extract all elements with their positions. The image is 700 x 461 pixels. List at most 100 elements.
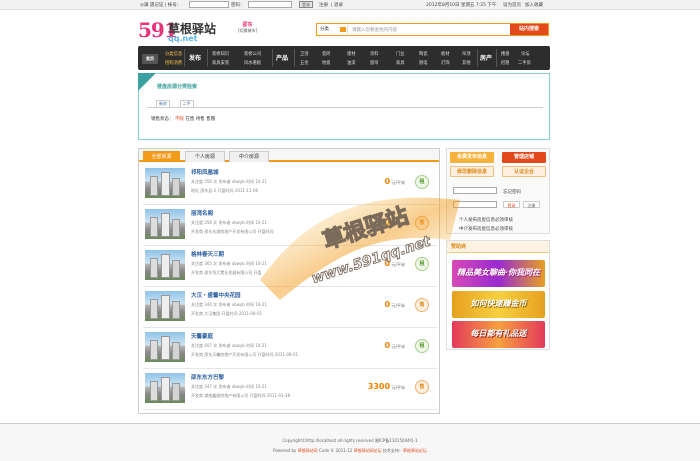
nav-item-classified[interactable]: 分类信息 <box>165 51 182 57</box>
nav-item-rent-seek[interactable]: 招租 <box>501 60 510 66</box>
nav-item-decor-knowledge[interactable]: 装修知识 <box>212 51 229 57</box>
listing-item[interactable]: 邵东东方巴黎关注度 347 次 发布者 xbwyb 时间 10-21 开发商 湖南… <box>143 370 437 410</box>
notice-personal[interactable]: 个人发布房屋信息必须审核 <box>459 217 513 223</box>
listing-developer: 开发商 湖南鑫顺房地产有限公司 开盘时间 2011-03-28 <box>191 393 291 398</box>
listing-item[interactable]: 格林春天三期 关注度 365 次 发布者 xbwyb 时间 10-21 开发商 邵东… <box>143 247 437 287</box>
manage-shop-button[interactable]: 管理店铺 <box>502 152 546 163</box>
listing-title[interactable]: 邵东东方巴黎 <box>191 373 224 381</box>
nav-item-bathroom[interactable]: 卫浴 <box>300 51 309 57</box>
listing-price: 0 元/平米 <box>384 300 405 309</box>
listing-item[interactable]: 天馨豪庭 关注度 407 次 发布者 xbwyb 时间 10-21 开发商 邵东天馨… <box>143 329 437 369</box>
listing-thumbnail[interactable] <box>145 168 185 198</box>
city-switch-link[interactable]: [切换城市] <box>238 28 257 34</box>
listing-title[interactable]: 天馨豪庭 <box>191 332 213 340</box>
listing-thumbnail[interactable] <box>145 209 185 239</box>
nav-item-hardware[interactable]: 五金 <box>300 60 309 66</box>
edit-info-button[interactable]: 修改删除信息 <box>450 166 494 177</box>
nav-item-ceramic[interactable]: 陶瓷 <box>419 51 428 57</box>
listing-meta: 关注度 344 次 发布者 xbwyb 时间 10-21 <box>191 302 267 307</box>
listing-title[interactable]: 大汉・盛馨中央花园 <box>191 291 241 299</box>
nav-item-ceiling[interactable]: 吊顶 <box>462 51 471 57</box>
option-pending[interactable]: 待售 <box>196 117 205 122</box>
side-register-button[interactable]: 注册 <box>523 201 540 208</box>
listing-item[interactable]: 祁阳凤凰城 关注度 356 次 发布者 xbwyb 时间 10-21 地址 邵东县-… <box>143 165 437 205</box>
nav-home[interactable]: 首页 <box>142 54 158 64</box>
verify-company-button[interactable]: 认证企业 <box>502 166 546 177</box>
banner-chat[interactable]: 精品美女聊曲·你我同在 <box>452 260 545 287</box>
side-login-button[interactable]: 登录 <box>503 201 520 208</box>
search-category-select[interactable]: 分类 <box>318 25 348 34</box>
nav-item-tile[interactable]: 瓷砖 <box>322 51 331 57</box>
nav-item-furniture-install[interactable]: 家具安装 <box>212 60 229 66</box>
tab-personal-listings[interactable]: 个人房源 <box>185 151 225 162</box>
nav-item-door[interactable]: 门业 <box>396 51 405 57</box>
listing-thumbnail[interactable] <box>145 291 185 321</box>
listing-item[interactable]: 丽湾名阁 关注度 356 次 发布者 xbwyb 时间 10-21 开发商 邵东东湖… <box>143 206 437 246</box>
listing-title[interactable]: 祁阳凤凰城 <box>191 168 219 176</box>
tab-second-hand[interactable]: 二手 <box>179 100 194 107</box>
footer-link-site[interactable]: 草根驿站网 <box>298 448 318 453</box>
register-link[interactable]: 注册 <box>319 2 328 8</box>
listing-thumbnail[interactable] <box>145 250 185 280</box>
listing-thumbnail[interactable] <box>145 332 185 362</box>
listing-meta: 关注度 347 次 发布者 xbwyb 时间 10-21 <box>191 384 267 389</box>
nav-item-kitchen[interactable]: 厨电 <box>419 60 428 66</box>
nav-item-decor-company[interactable]: 装修公司 <box>244 51 261 57</box>
search-input[interactable]: 请输入您要查找的内容 <box>352 27 397 33</box>
listing-type-badge[interactable]: 租 <box>415 175 429 189</box>
option-sold-out[interactable]: 售罄 <box>206 117 215 122</box>
nav-item-secondhand[interactable]: 二手房 <box>518 60 531 66</box>
nav-item-material[interactable]: 建材 <box>347 51 356 57</box>
option-on-sale[interactable]: 在售 <box>185 117 194 122</box>
listing-type-badge[interactable]: 售 <box>415 380 429 394</box>
nav-section-publish[interactable]: 发布 <box>189 53 201 62</box>
banner-coins[interactable]: 如何快速赚金币 <box>452 291 545 318</box>
nav-section-realestate[interactable]: 房产 <box>480 53 492 62</box>
footer-link-forum[interactable]: 草根驿站网论坛 <box>354 448 382 453</box>
banner-gifts[interactable]: 每日都有礼品送 <box>452 321 545 348</box>
nav-item-board[interactable]: 板材 <box>441 51 450 57</box>
listing-type-badge[interactable]: 租 <box>415 257 429 271</box>
username-input[interactable] <box>189 1 229 8</box>
login-button[interactable]: 登录 <box>299 1 313 8</box>
password-input[interactable] <box>248 1 292 8</box>
option-any[interactable]: 不限 <box>175 117 184 122</box>
site-logo[interactable]: 591 草根驿站 qq.net <box>138 17 232 47</box>
listing-type-badge[interactable]: 租 <box>415 339 429 353</box>
nav-item-floor[interactable]: 地板 <box>322 60 331 66</box>
nav-item-groupbuy[interactable]: 团购消费 <box>165 60 182 66</box>
notice-agent[interactable]: 中介发布房屋信息必须审核 <box>459 226 513 232</box>
listing-type-badge[interactable]: 售 <box>415 216 429 230</box>
nav-item-building[interactable]: 楼盘 <box>501 51 510 57</box>
nav-section-products[interactable]: 产品 <box>276 53 288 62</box>
nav-item-other[interactable]: 其他 <box>462 60 471 66</box>
listing-item[interactable]: 大汉・盛馨中央花园 关注度 344 次 发布者 xbwyb 时间 10-21 开发商… <box>143 288 437 328</box>
listing-type-badge[interactable]: 售 <box>415 298 429 312</box>
city-switch[interactable]: 邵东 [切换城市] <box>238 21 257 34</box>
nav-item-lamp[interactable]: 灯饰 <box>441 60 450 66</box>
password-label: 密码： <box>231 3 245 8</box>
sale-status-row: 销售状态： 不限 在售 待售 售罄 <box>151 116 215 122</box>
nav-item-coating[interactable]: 涂料 <box>370 51 379 57</box>
add-favorite-link[interactable]: 加入收藏 <box>525 2 543 8</box>
nav-item-fengshui[interactable]: 风水看板 <box>244 60 261 66</box>
nav-item-forum[interactable]: 论坛 <box>521 51 530 57</box>
listing-title[interactable]: 格林春天三期 <box>191 250 224 258</box>
tab-new-house[interactable]: 新房 <box>156 100 170 107</box>
nav-item-curtain[interactable]: 窗帘 <box>370 60 379 66</box>
listing-title[interactable]: 丽湾名阁 <box>191 209 213 217</box>
side-password-input[interactable] <box>453 201 497 208</box>
set-home-link[interactable]: 设为首页 <box>503 2 521 8</box>
footer-link-support[interactable]: 草根驿站论坛 <box>403 448 427 453</box>
date-text: 2012年8月10日 星期五 7:25 下午 <box>426 3 497 8</box>
nav-item-furniture[interactable]: 家具 <box>396 60 405 66</box>
tab-agent-listings[interactable]: 中介房源 <box>229 151 269 162</box>
post-free-button[interactable]: 免费发布信息 <box>450 152 494 163</box>
nav-item-paint[interactable]: 油漆 <box>347 60 356 66</box>
tab-all-listings[interactable]: 全部房源 <box>143 151 180 162</box>
logout-link[interactable]: | 退录 <box>331 2 343 8</box>
side-username-input[interactable] <box>453 187 497 194</box>
forgot-password-link[interactable]: 忘记密码 <box>503 189 521 195</box>
listing-thumbnail[interactable] <box>145 373 185 403</box>
search-button[interactable]: 站内搜索 <box>510 24 548 35</box>
